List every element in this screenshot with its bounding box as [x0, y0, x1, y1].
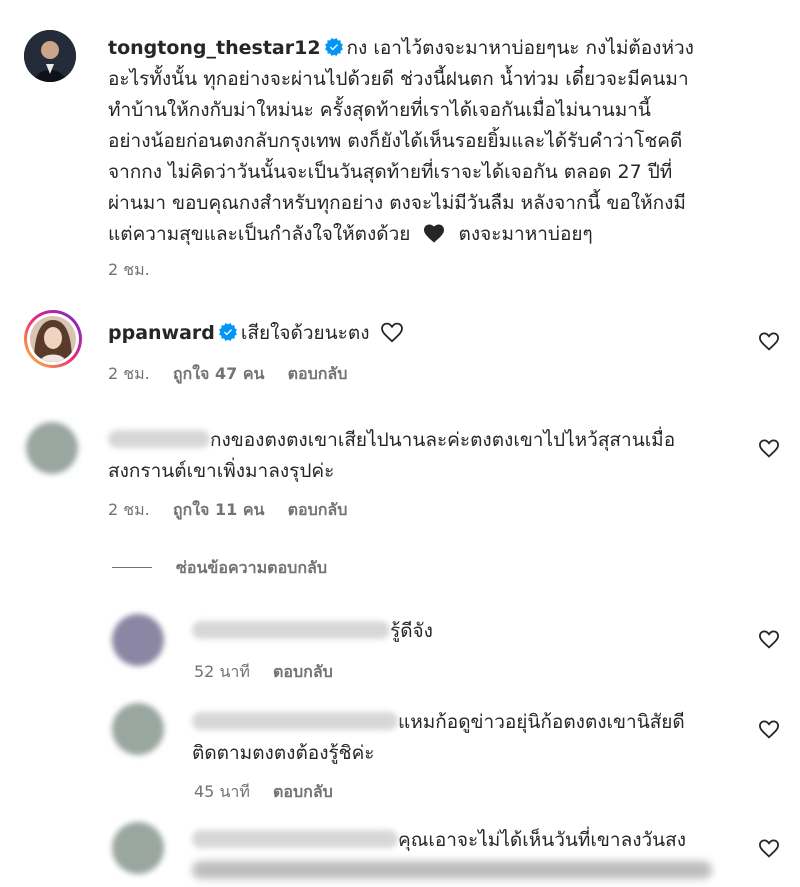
comment-meta-1: 2 ชม.	[108, 258, 168, 283]
avatar-ppanward[interactable]	[24, 310, 82, 368]
white-heart-emoji	[380, 322, 403, 343]
avatar-blurred[interactable]	[112, 614, 164, 666]
likes-count[interactable]: ถูกใจ 11 คน	[173, 500, 265, 519]
verified-badge-icon	[218, 323, 237, 341]
like-button[interactable]	[758, 438, 780, 458]
hide-replies-button[interactable]: ซ่อนข้อความตอบกลับ	[176, 556, 327, 581]
verified-badge-icon	[324, 38, 343, 56]
comment-text-line: ตงจะมาหาบ่อยๆ	[458, 223, 593, 245]
username-ppanward[interactable]: ppanward	[108, 322, 215, 344]
like-button[interactable]	[758, 629, 780, 649]
comment-text: เสียใจด้วยนะตง	[240, 322, 370, 344]
like-button[interactable]	[758, 331, 780, 351]
reply-time: 52 นาที	[194, 662, 250, 681]
reply-body-3: คุณเอาจะไม่ได้เห็นวันที่เขาลงวันสง	[192, 825, 712, 887]
comment-text-line: กงของตงตงเขาเสียไปนานละค่ะตงตงเขาไปไหว้ส…	[210, 429, 676, 451]
heart-outline-icon	[758, 839, 780, 858]
reply-time: 45 นาที	[194, 782, 250, 801]
comment-body-1: tongtong_thestar12 กง เอาไว้ตงจะมาหาบ่อยๆ…	[108, 33, 788, 250]
username-blurred[interactable]	[192, 830, 398, 848]
comment-time: 2 ชม.	[108, 260, 150, 279]
reply-button[interactable]: ตอบกลับ	[273, 662, 333, 681]
reply-button[interactable]: ตอบกลับ	[288, 500, 348, 519]
comment-text-line: อย่างน้อยก่อนตงกลับกรุงเทพ ตงก็ยังได้เห็…	[108, 130, 683, 152]
heart-outline-icon	[758, 720, 780, 739]
heart-outline-icon	[758, 332, 780, 351]
comment-text-line: แต่ความสุขและเป็นกำลังใจให้ตงด้วย	[108, 223, 411, 245]
reply-body-2: แหมก้อดูข่าวอยุ่นิก้อตงตงเขานิสัยดี ติดต…	[192, 707, 685, 769]
reply-button[interactable]: ตอบกลับ	[288, 364, 348, 383]
avatar-blurred[interactable]	[26, 422, 78, 474]
reply-button[interactable]: ตอบกลับ	[273, 782, 333, 801]
avatar-blurred[interactable]	[112, 822, 164, 874]
reply-text-line: รู้ดีจัง	[390, 620, 433, 642]
hide-replies-divider	[112, 567, 152, 568]
comment-body-2: ppanward เสียใจด้วยนะตง	[108, 318, 404, 349]
reply-body-1: รู้ดีจัง	[192, 616, 433, 647]
comment-meta-2: 2 ชม. ถูกใจ 47 คน ตอบกลับ	[108, 362, 365, 387]
reply-text-line: ติดตามตงตงต้องรู้ชิค่ะ	[192, 742, 375, 764]
reply-meta-1: 52 นาที ตอบกลับ	[194, 660, 351, 685]
comment-text-line: อะไรทั้งนั้น ทุกอย่างจะผ่านไปด้วยดี ช่วง…	[108, 68, 689, 90]
comment-meta-3: 2 ชม. ถูกใจ 11 คน ตอบกลับ	[108, 498, 365, 523]
avatar-tongtong[interactable]	[24, 30, 76, 82]
comment-body-3: กงของตงตงเขาเสียไปนานละค่ะตงตงเขาไปไหว้ส…	[108, 425, 675, 487]
comment-text-line: กง เอาไว้ตงจะมาหาบ่อยๆนะ กงไม่ต้องห่วง	[346, 37, 694, 59]
comment-time: 2 ชม.	[108, 364, 150, 383]
reply-meta-2: 45 นาที ตอบกลับ	[194, 780, 351, 805]
username-blurred[interactable]	[192, 621, 390, 639]
comment-text-line: จากกง ไม่คิดว่าวันนั้นจะเป็นวันสุดท้ายที…	[108, 161, 673, 183]
reply-text-line-cutoff	[192, 856, 712, 887]
like-button[interactable]	[758, 838, 780, 858]
heart-outline-icon	[758, 630, 780, 649]
black-heart-emoji	[423, 224, 444, 243]
heart-outline-icon	[758, 439, 780, 458]
likes-count[interactable]: ถูกใจ 47 คน	[173, 364, 265, 383]
like-button[interactable]	[758, 719, 780, 739]
comment-text-line: ผ่านมา ขอบคุณกงสำหรับทุกอย่าง ตงจะไม่มีว…	[108, 192, 686, 214]
comment-text-line: สงกรานต์เขาเพิ่งมาลงรุปค่ะ	[108, 460, 335, 482]
username-blurred[interactable]	[192, 712, 398, 730]
username-blurred[interactable]	[108, 430, 210, 448]
comment-time: 2 ชม.	[108, 500, 150, 519]
comment-text-line: ทำบ้านให้กงกับม่าใหม่นะ ครั้งสุดท้ายที่เ…	[108, 99, 651, 121]
username-tongtong[interactable]: tongtong_thestar12	[108, 37, 321, 59]
reply-text-line: แหมก้อดูข่าวอยุ่นิก้อตงตงเขานิสัยดี	[398, 711, 685, 733]
avatar-blurred[interactable]	[112, 703, 164, 755]
reply-text-line: คุณเอาจะไม่ได้เห็นวันที่เขาลงวันสง	[398, 829, 687, 851]
